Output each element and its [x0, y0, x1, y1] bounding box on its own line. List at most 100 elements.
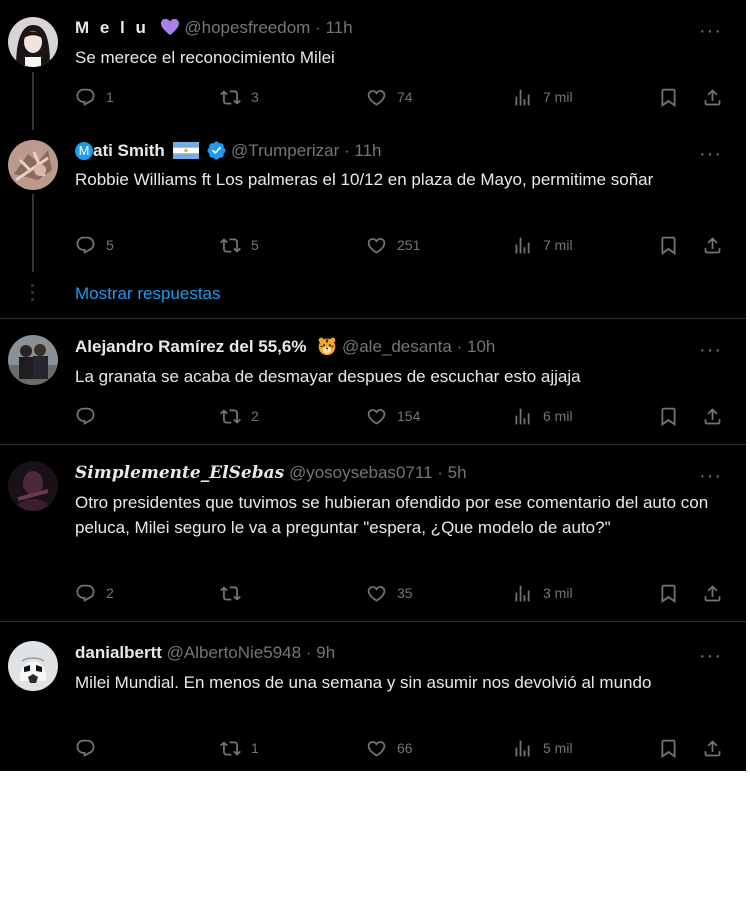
- views-icon: [512, 235, 533, 256]
- action-bar: 2 154 6 mil: [75, 405, 725, 427]
- views-button[interactable]: 7 mil: [512, 234, 573, 256]
- like-icon: [366, 235, 387, 256]
- share-button[interactable]: [702, 234, 723, 256]
- reply-count: 2: [106, 585, 114, 601]
- bookmark-button[interactable]: [658, 582, 679, 604]
- tweet-albertonie[interactable]: danialbertt @AlbertoNie5948 · 9h ··· Mil…: [0, 622, 746, 771]
- views-button[interactable]: 7 mil: [512, 86, 573, 108]
- retweet-icon: [220, 738, 241, 759]
- avatar[interactable]: [8, 335, 58, 385]
- display-name[interactable]: ati Smith: [93, 141, 165, 160]
- share-icon: [702, 406, 723, 427]
- like-button[interactable]: 35: [366, 582, 413, 604]
- views-button[interactable]: 6 mil: [512, 405, 573, 427]
- retweet-count: 2: [251, 408, 259, 424]
- action-bar: 1 3 74 7 mil: [75, 86, 725, 108]
- views-button[interactable]: 5 mil: [512, 737, 573, 759]
- views-icon: [512, 406, 533, 427]
- like-button[interactable]: 251: [366, 234, 420, 256]
- reply-icon: [75, 235, 96, 256]
- display-name[interactable]: M e l u: [75, 18, 149, 37]
- separator-dot: ·: [456, 337, 463, 356]
- more-icon[interactable]: ···: [699, 466, 722, 486]
- verified-badge-icon: [207, 141, 226, 160]
- views-button[interactable]: 3 mil: [512, 582, 573, 604]
- share-icon: [702, 235, 723, 256]
- handle[interactable]: @yosoysebas0711: [289, 463, 433, 482]
- avatar[interactable]: [8, 641, 58, 691]
- like-icon: [366, 87, 387, 108]
- bookmark-button[interactable]: [658, 86, 679, 108]
- views-icon: [512, 583, 533, 604]
- reply-button[interactable]: [75, 405, 106, 427]
- display-name[interactable]: danialbertt: [75, 643, 162, 662]
- like-button[interactable]: 74: [366, 86, 413, 108]
- retweet-button[interactable]: 5: [220, 234, 259, 256]
- tweet-hopesfreedom[interactable]: M e l u @hopesfreedom · 11h ··· Se merec…: [0, 0, 746, 130]
- retweet-button[interactable]: 2: [220, 405, 259, 427]
- bookmark-icon: [658, 406, 679, 427]
- reply-button[interactable]: 1: [75, 86, 114, 108]
- retweet-button[interactable]: 1: [220, 737, 259, 759]
- more-icon[interactable]: ···: [699, 340, 722, 360]
- like-count: 66: [397, 740, 413, 756]
- retweet-button[interactable]: [220, 582, 251, 604]
- bookmark-icon: [658, 583, 679, 604]
- more-icon[interactable]: ···: [699, 21, 722, 41]
- timestamp[interactable]: 11h: [325, 18, 352, 37]
- share-button[interactable]: [702, 86, 723, 108]
- like-button[interactable]: 154: [366, 405, 420, 427]
- bookmark-button[interactable]: [658, 234, 679, 256]
- handle[interactable]: @hopesfreedom: [184, 18, 310, 37]
- tweet-text: Otro presidentes que tuvimos se hubieran…: [75, 493, 709, 537]
- tweet-text: Se merece el reconocimiento Milei: [75, 48, 335, 67]
- tweet-text: Robbie Williams ft Los palmeras el 10/12…: [75, 170, 654, 189]
- handle[interactable]: @AlbertoNie5948: [167, 643, 301, 662]
- display-name[interactable]: Simplemente_ElSebas: [75, 463, 284, 483]
- action-bar: 1 66 5 mil: [75, 737, 725, 759]
- handle[interactable]: @Trumperizar: [231, 141, 339, 160]
- timestamp[interactable]: 5h: [448, 463, 467, 482]
- tweet-text: La granata se acaba de desmayar despues …: [75, 367, 581, 386]
- action-bar: 5 5 251 7 mil: [75, 234, 725, 256]
- share-button[interactable]: [702, 737, 723, 759]
- thread-line: [32, 194, 34, 272]
- display-name[interactable]: Alejandro Ramírez del 55,6%: [75, 337, 306, 356]
- reply-button[interactable]: 5: [75, 234, 114, 256]
- retweet-count: 3: [251, 89, 259, 105]
- avatar[interactable]: [8, 461, 58, 511]
- timestamp[interactable]: 11h: [354, 141, 381, 160]
- share-button[interactable]: [702, 405, 723, 427]
- retweet-icon: [220, 87, 241, 108]
- share-icon: [702, 583, 723, 604]
- tweet-ale-desanta[interactable]: Alejandro Ramírez del 55,6% @ale_desanta…: [0, 319, 746, 444]
- reply-button[interactable]: [75, 737, 106, 759]
- tweet-yosoysebas[interactable]: Simplemente_ElSebas @yosoysebas0711 · 5h…: [0, 445, 746, 621]
- handle[interactable]: @ale_desanta: [342, 337, 452, 356]
- reply-button[interactable]: 2: [75, 582, 114, 604]
- bookmark-button[interactable]: [658, 405, 679, 427]
- thread-dots: [31, 284, 35, 305]
- more-icon[interactable]: ···: [699, 144, 722, 164]
- like-count: 154: [397, 408, 421, 424]
- reply-count: 5: [106, 237, 114, 253]
- bookmark-button[interactable]: [658, 737, 679, 759]
- more-icon[interactable]: ···: [699, 646, 722, 666]
- retweet-button[interactable]: 3: [220, 86, 259, 108]
- share-icon: [702, 87, 723, 108]
- avatar[interactable]: [8, 140, 58, 190]
- show-replies-link[interactable]: Mostrar respuestas: [75, 284, 221, 304]
- reply-count: 1: [106, 89, 114, 105]
- views-icon: [512, 738, 533, 759]
- share-button[interactable]: [702, 582, 723, 604]
- views-count: 3 mil: [543, 585, 573, 601]
- avatar[interactable]: [8, 17, 58, 67]
- timestamp[interactable]: 10h: [467, 337, 495, 356]
- reply-icon: [75, 406, 96, 427]
- like-button[interactable]: 66: [366, 737, 413, 759]
- like-icon: [366, 406, 387, 427]
- timestamp[interactable]: 9h: [316, 643, 335, 662]
- reply-icon: [75, 738, 96, 759]
- share-icon: [702, 738, 723, 759]
- like-count: 35: [397, 585, 413, 601]
